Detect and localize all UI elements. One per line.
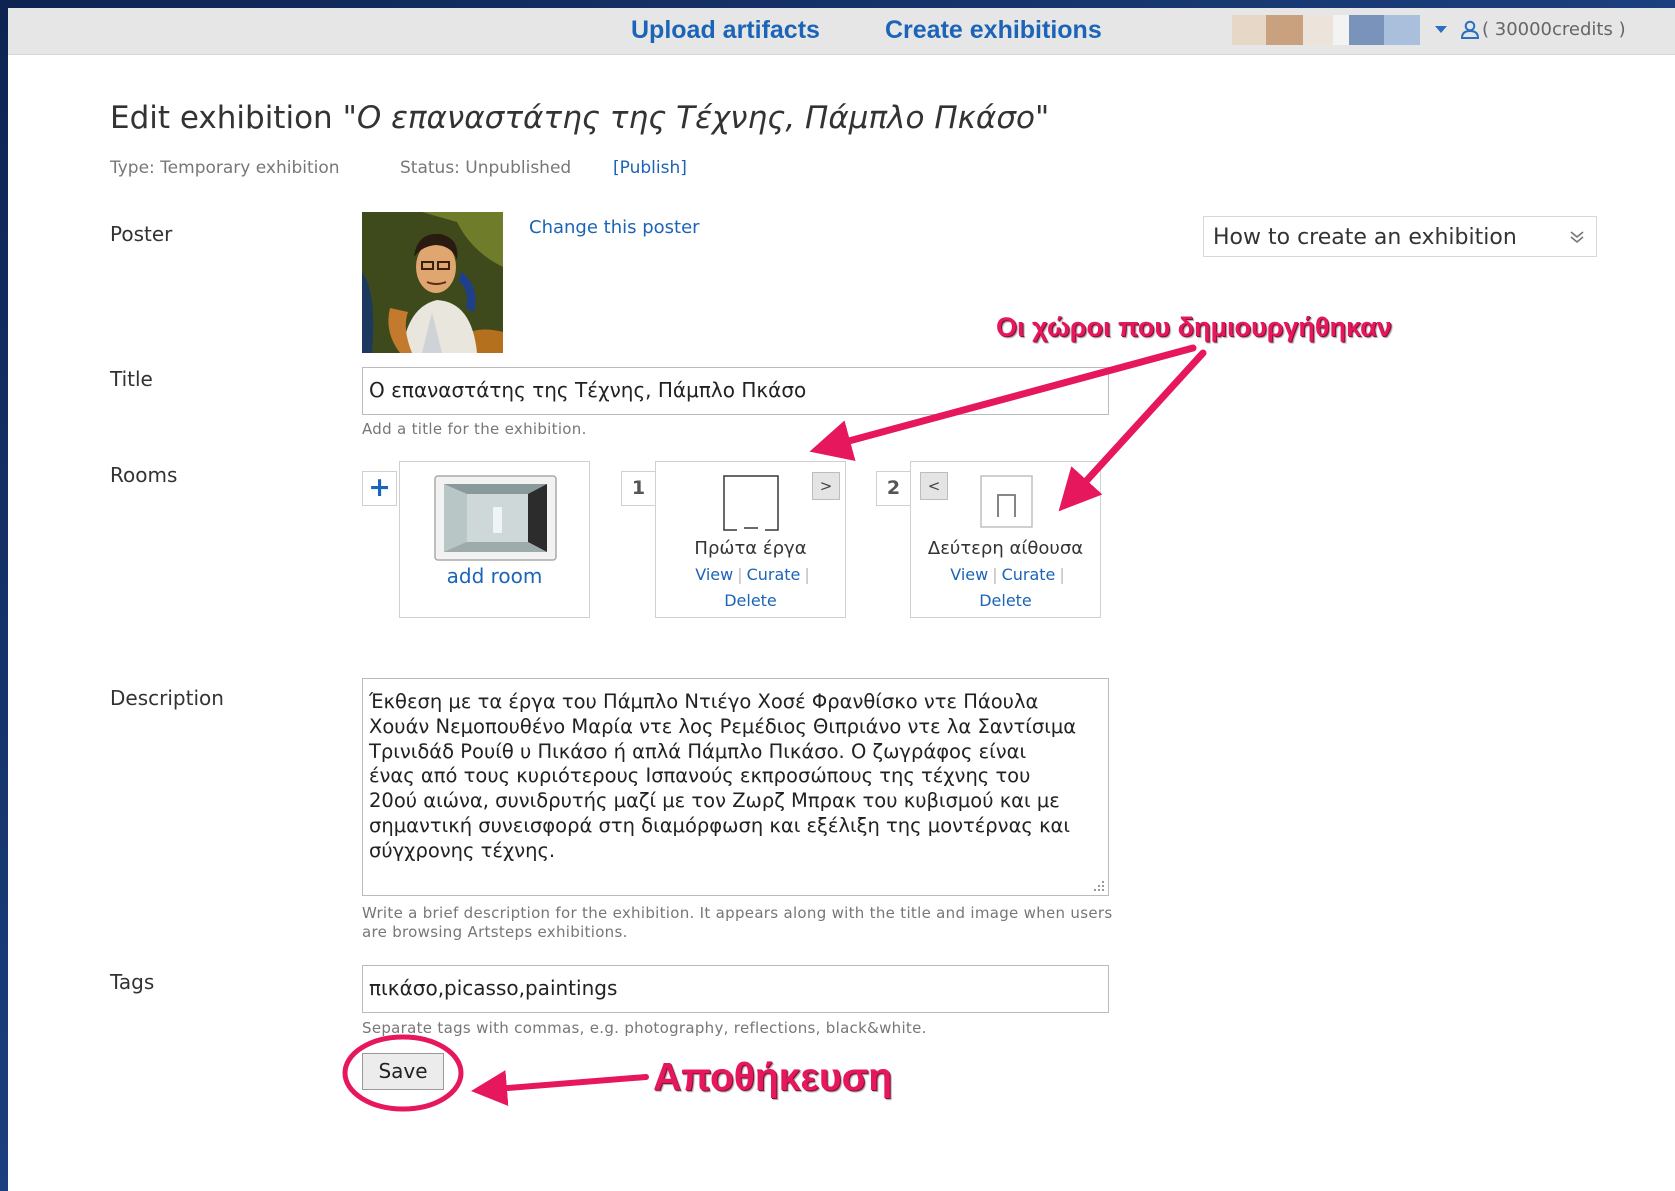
annotation-save: Αποθήκευση — [653, 1056, 893, 1099]
description-hint: Write a brief description for the exhibi… — [362, 904, 1113, 941]
credits-display: ( 30000credits ) — [1482, 19, 1626, 40]
browser-page: Upload artifacts Create exhibitions ( 30… — [8, 8, 1675, 1191]
poster-image — [362, 212, 503, 353]
tags-label: Tags — [110, 970, 155, 994]
room-1-curate-link[interactable]: Curate — [747, 565, 801, 584]
user-menu-caret-icon[interactable] — [1435, 26, 1447, 33]
upload-artifacts-link[interactable]: Upload artifacts — [631, 16, 820, 45]
exhibition-type: Type: Temporary exhibition — [110, 158, 340, 178]
description-label: Description — [110, 686, 224, 710]
room-1-view-link[interactable]: View — [695, 565, 733, 584]
title-input[interactable]: Ο επαναστάτης της Τέχνης, Πάμπλο Πκάσο — [362, 367, 1109, 415]
room-2-delete-link[interactable]: Delete — [911, 591, 1100, 610]
poster-label: Poster — [110, 222, 173, 246]
top-navigation-bar: Upload artifacts Create exhibitions ( 30… — [8, 8, 1675, 55]
room-2-view-link[interactable]: View — [950, 565, 988, 584]
title-input-value: Ο επαναστάτης της Τέχνης, Πάμπλο Πκάσο — [369, 378, 807, 402]
page-title-exhibition-name: "Ο επαναστάτης της Τέχνης, Πάμπλο Πκάσο" — [342, 100, 1050, 136]
user-icon — [1460, 20, 1480, 39]
plus-icon: + — [368, 472, 391, 503]
room-card-1: > Πρώτα έργα View | Curate | Delete — [655, 461, 846, 618]
resize-grip-icon[interactable] — [1093, 880, 1105, 892]
description-textarea[interactable]: Έκθεση με τα έργα του Πάμπλο Ντιέγο Χοσέ… — [362, 678, 1109, 896]
room-1-floorplan-icon — [723, 475, 779, 531]
rooms-label: Rooms — [110, 463, 178, 487]
double-chevron-down-icon — [1570, 231, 1584, 244]
room-2-actions: View | Curate | — [950, 565, 1065, 584]
room-2-move-left-button[interactable]: < — [920, 472, 948, 500]
tags-input-value: πικάσο,picasso,paintings — [369, 976, 618, 1000]
room-card-2: < Δεύτερη αίθουσα View | Curate | Delete — [910, 461, 1101, 618]
change-poster-link[interactable]: Change this poster — [529, 217, 700, 238]
room-preview-icon — [434, 475, 557, 561]
room-1-delete-link[interactable]: Delete — [656, 591, 845, 610]
how-to-create-exhibition-dropdown[interactable]: How to create an exhibition — [1203, 216, 1597, 257]
save-button[interactable]: Save — [362, 1053, 444, 1090]
create-exhibitions-link[interactable]: Create exhibitions — [885, 16, 1102, 45]
page-title: Edit exhibition "Ο επαναστάτης της Τέχνη… — [110, 100, 1049, 136]
add-room-plus-button[interactable]: + — [362, 471, 397, 506]
exhibition-status: Status: Unpublished — [400, 158, 572, 178]
room-1-move-right-button[interactable]: > — [812, 472, 840, 500]
tags-input[interactable]: πικάσο,picasso,paintings — [362, 965, 1109, 1013]
annotation-arrow-to-save — [471, 1070, 649, 1107]
annotation-rooms-created: Οι χώροι που δημιουργήθηκαν — [996, 312, 1392, 342]
room-2-floorplan-icon — [980, 475, 1033, 528]
room-1-actions: View | Curate | — [695, 565, 810, 584]
room-2-number: 2 — [876, 471, 911, 506]
title-label: Title — [110, 367, 153, 391]
tags-hint: Separate tags with commas, e.g. photogra… — [362, 1019, 927, 1037]
avatar[interactable] — [1232, 15, 1420, 45]
add-room-link[interactable]: add room — [400, 564, 589, 588]
title-hint: Add a title for the exhibition. — [362, 420, 587, 438]
room-2-name: Δεύτερη αίθουσα — [927, 538, 1084, 559]
room-2-curate-link[interactable]: Curate — [1002, 565, 1056, 584]
description-value: Έκθεση με τα έργα του Πάμπλο Ντιέγο Χοσέ… — [369, 690, 1077, 862]
howto-label: How to create an exhibition — [1213, 225, 1517, 250]
add-room-card[interactable]: add room — [399, 461, 590, 618]
room-1-name: Πρώτα έργα — [694, 538, 807, 559]
publish-link[interactable]: [Publish] — [613, 158, 687, 178]
room-1-number: 1 — [621, 471, 656, 506]
page-title-prefix: Edit exhibition — [110, 100, 333, 136]
